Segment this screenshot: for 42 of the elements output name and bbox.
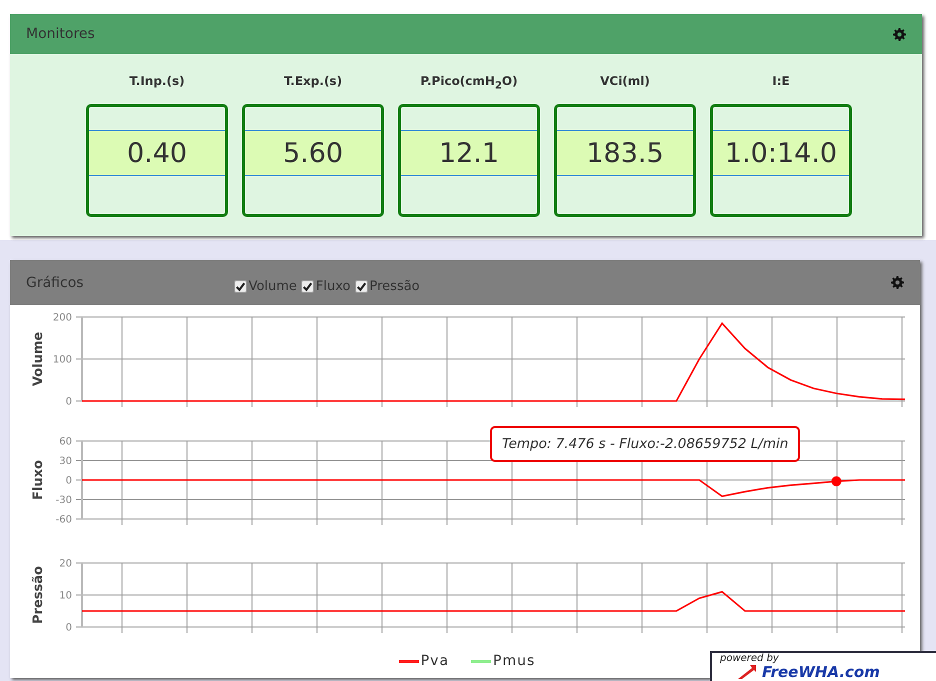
arrow-icon xyxy=(738,665,756,679)
settings-icon[interactable] xyxy=(891,276,904,289)
y-tick-label: 30 xyxy=(59,456,72,467)
y-axis-label: Volume xyxy=(31,332,46,386)
y-tick-label: 10 xyxy=(59,590,72,602)
checkbox-option[interactable]: Volume xyxy=(234,279,297,294)
badge-brand: FreeWHA.com xyxy=(762,664,880,680)
metric-value: 12.1 xyxy=(438,138,500,168)
settings-icon[interactable] xyxy=(893,28,906,40)
legend-label: Pmus xyxy=(493,653,536,669)
metric-value: 5.60 xyxy=(282,138,344,168)
y-tick-label: 100 xyxy=(52,354,72,366)
checkbox[interactable] xyxy=(300,280,314,293)
metric-label: VCi(ml) xyxy=(600,74,650,90)
panel-title: Monitores xyxy=(26,26,95,42)
y-tick-label: 20 xyxy=(59,558,72,570)
legend-label: Pva xyxy=(420,653,450,669)
metric-label: T.Exp.(s) xyxy=(284,74,342,90)
metric-label: T.Inp.(s) xyxy=(129,74,185,90)
y-axis-label: Fluxo xyxy=(31,460,46,500)
data-point[interactable] xyxy=(831,476,842,486)
hosting-badge[interactable]: powered by FreeWHA.com xyxy=(710,651,936,681)
y-tick-label: -30 xyxy=(56,495,72,506)
y-tick-label: 0 xyxy=(66,476,72,486)
checkbox-option[interactable]: Pressão xyxy=(354,279,420,294)
checkbox-option[interactable]: Fluxo xyxy=(300,279,350,294)
badge-caption: powered by xyxy=(720,653,780,664)
checkbox[interactable] xyxy=(354,280,368,293)
metric-label: I:E xyxy=(772,74,790,90)
y-axis-label: Pressão xyxy=(31,566,46,624)
metric-label: P.Pico(cmH$_{2}$O) xyxy=(420,74,518,90)
metric-value: 183.5 xyxy=(586,138,664,168)
metric-value: 0.40 xyxy=(126,138,188,168)
panel-title: Gráficos xyxy=(26,274,84,290)
metric-value: 1.0:14.0 xyxy=(724,138,838,168)
y-tick-label: 0 xyxy=(66,622,72,634)
y-tick-label: 0 xyxy=(66,396,72,408)
checkbox[interactable] xyxy=(234,280,247,293)
tooltip: Tempo: 7.476 s - Fluxo:-2.08659752 L/min xyxy=(490,426,800,462)
y-tick-label: 60 xyxy=(59,436,72,448)
y-tick-label: 200 xyxy=(52,312,72,324)
y-tick-label: -60 xyxy=(56,514,72,526)
